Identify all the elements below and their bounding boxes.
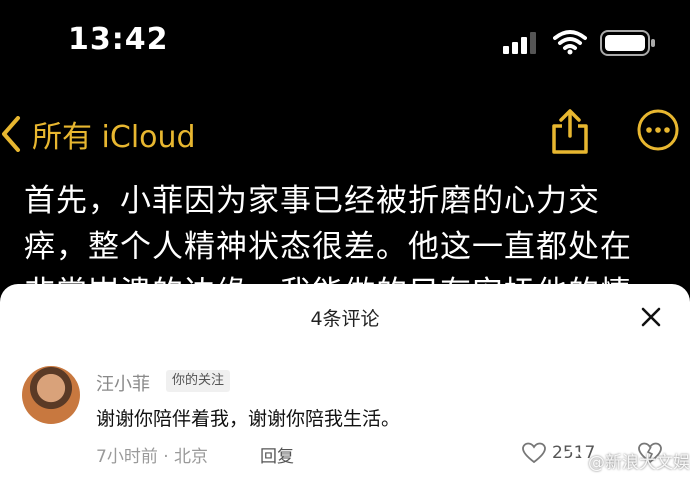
- heart-icon: [522, 442, 546, 464]
- comment-text: 谢谢你陪伴着我，谢谢你陪我生活。: [96, 408, 401, 430]
- comments-title: 4条评论: [310, 308, 380, 330]
- note-line: 瘁，整个人精神状态很差。他这一直都处在: [24, 229, 632, 265]
- notes-nav-bar: 所有 iCloud: [0, 100, 690, 160]
- chevron-left-icon: [2, 116, 20, 152]
- comment-username[interactable]: 汪小菲: [96, 370, 150, 396]
- comment-meta: 7小时前 · 北京: [96, 447, 209, 467]
- wifi-icon: [553, 30, 587, 55]
- back-label: 所有 iCloud: [32, 120, 196, 155]
- close-icon[interactable]: [640, 306, 662, 328]
- status-time: 13:42: [68, 22, 169, 57]
- watermark-text: @新浪大文娱: [588, 453, 690, 473]
- share-icon[interactable]: [550, 108, 590, 154]
- note-line: 非常崩溃的边缘，我能做的只有安抚他的情: [24, 270, 664, 285]
- following-badge: 你的关注: [166, 370, 231, 392]
- back-button[interactable]: 所有 iCloud: [0, 112, 196, 156]
- more-options-icon[interactable]: [636, 108, 680, 152]
- status-bar: 13:42: [0, 0, 690, 80]
- reply-button[interactable]: 回复: [260, 442, 294, 467]
- avatar[interactable]: [22, 366, 80, 424]
- weibo-logo-icon: [562, 449, 584, 472]
- note-line: 首先，小菲因为家事已经被折磨的心力交: [24, 183, 600, 219]
- cellular-signal-icon: [503, 32, 536, 54]
- watermark: @新浪大文娱: [562, 448, 690, 473]
- battery-icon: [600, 30, 655, 56]
